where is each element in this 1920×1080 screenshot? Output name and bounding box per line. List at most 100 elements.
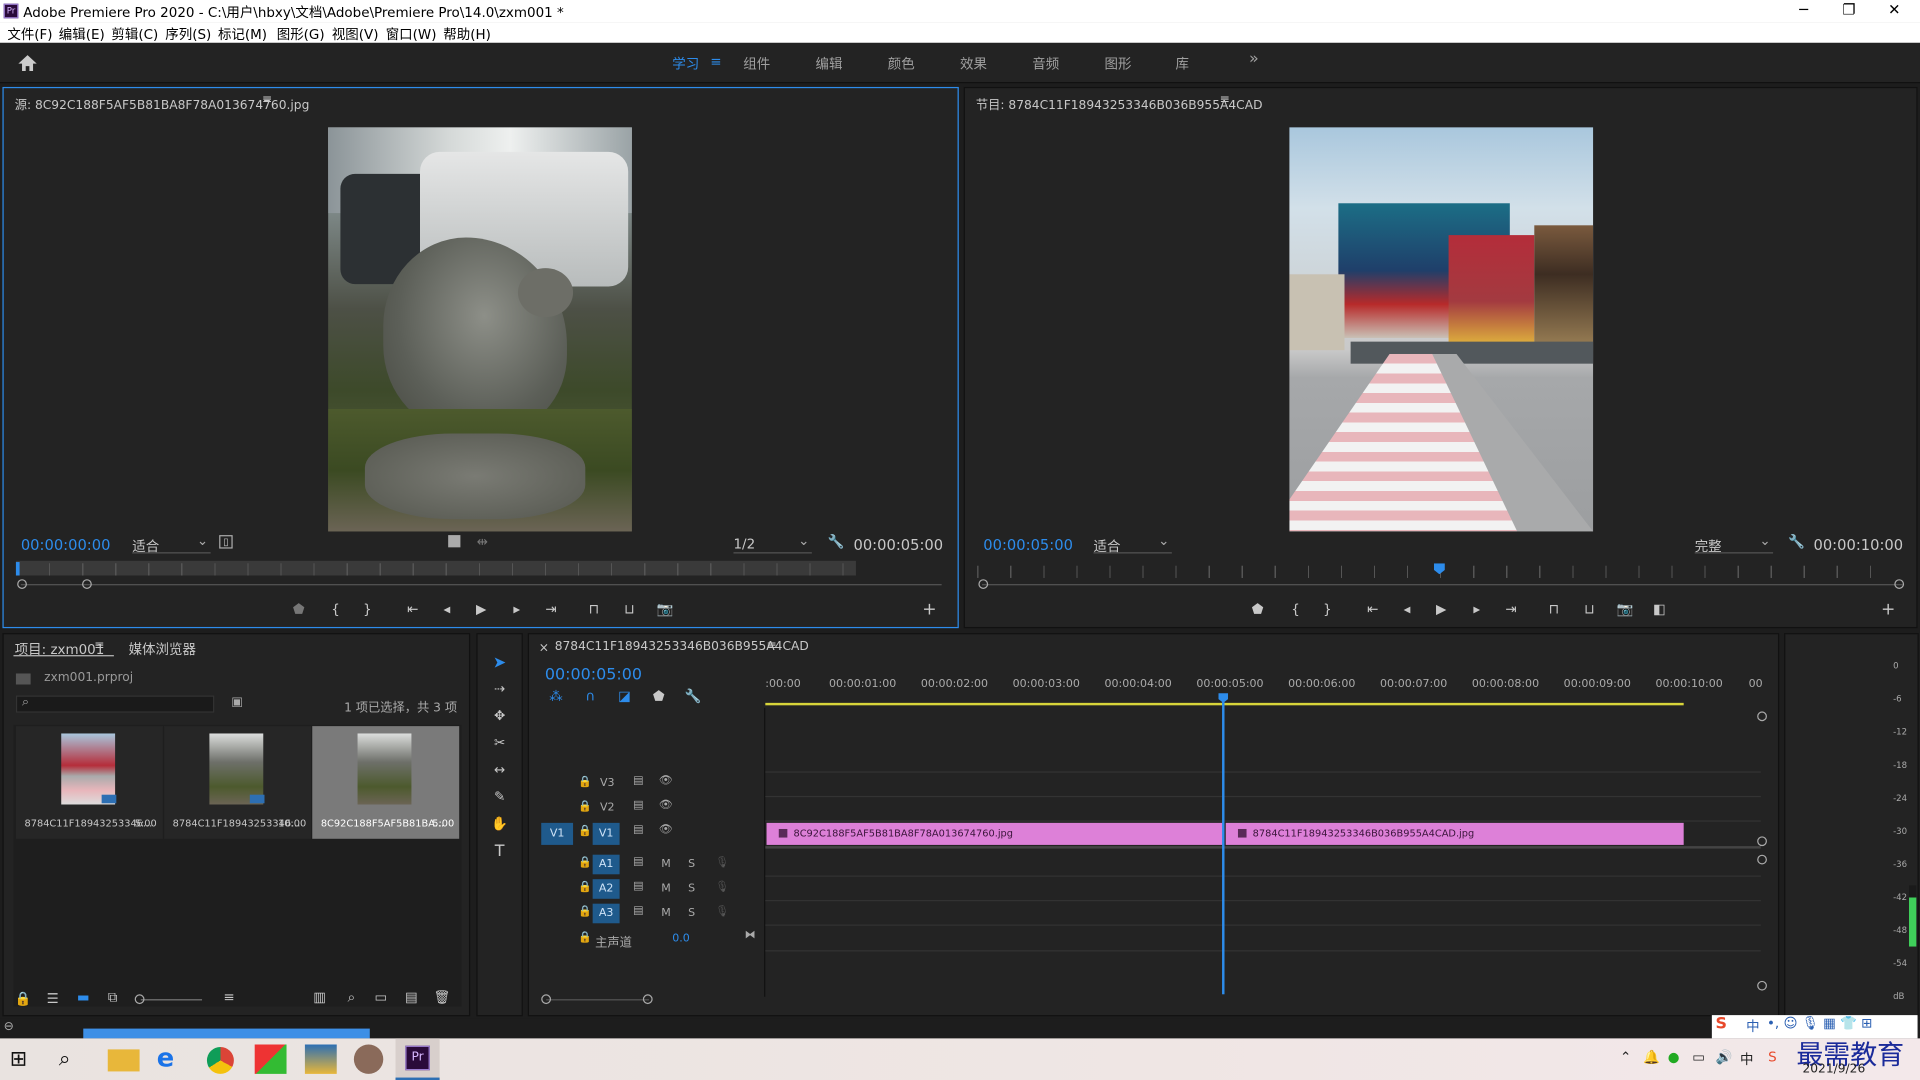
go-to-in-icon[interactable]: ⇤ [403,601,423,617]
project-search-input[interactable]: ⌕ [15,695,215,713]
media-browser-tab[interactable]: 媒体浏览器 [129,639,196,659]
add-marker-icon[interactable]: ⬟ [649,688,669,704]
menu-file[interactable]: 文件(F) [7,24,52,44]
lock-icon[interactable]: 🔒 [578,776,592,788]
add-marker-icon[interactable]: ⬟ [1248,601,1268,617]
menu-marker[interactable]: 标记(M) [218,24,267,44]
solo-button[interactable]: S [688,858,695,870]
thumbnail-size-slider[interactable] [140,999,203,1001]
source-timecode[interactable]: 00:00:00:00 [21,536,111,553]
timeline-clip[interactable]: 8784C11F18943253346B036B955A4CAD.jpg [1225,822,1684,845]
hand-tool-icon[interactable]: ✋ [490,816,510,832]
ime-tools-icon[interactable]: •, ☺ 🎙 ▦ 👕 ⊞ [1767,1015,1873,1031]
menu-window[interactable]: 窗口(W) [386,24,437,44]
slip-tool-icon[interactable]: ↔ [490,762,510,778]
mute-button[interactable]: M [661,883,671,895]
app-icon[interactable] [304,1044,337,1074]
mark-in-icon[interactable]: { [1286,601,1306,617]
new-bin-icon[interactable]: ▭ [371,989,391,1005]
panel-menu-icon[interactable]: ≡ [262,93,272,106]
sort-icon[interactable]: ≡ [219,989,239,1005]
delete-icon[interactable]: 🗑 [432,989,452,1005]
vscroll-handle[interactable] [1757,854,1767,865]
source-zoom-bar[interactable] [20,584,942,586]
eye-icon[interactable]: 👁 [659,824,673,836]
search-icon[interactable]: ⌕ [59,1047,91,1076]
nest-icon[interactable]: ⁂ [546,688,566,704]
drag-video-icon[interactable] [448,535,461,548]
sync-lock-icon[interactable]: ▤ [633,880,643,892]
ime-icon[interactable]: 中 [1740,1049,1753,1069]
file-explorer-icon[interactable] [107,1049,140,1072]
show-hidden-icons[interactable]: ⌃ [1620,1049,1631,1065]
step-forward-icon[interactable]: ▸ [1467,601,1487,617]
source-time-ruler[interactable] [15,560,856,576]
program-zoom-bar[interactable] [982,584,1903,586]
menu-sequence[interactable]: 序列(S) [165,24,211,44]
find-icon[interactable]: ⌕ [342,989,362,1006]
minimize-button[interactable]: ─ [1785,1,1822,18]
drag-audio-icon[interactable]: ⇹ [473,534,493,550]
lock-icon[interactable]: 🔒 [578,801,592,813]
linked-selection-icon[interactable]: ◪ [615,688,635,704]
panel-menu-icon[interactable]: ≡ [767,639,777,652]
eye-icon[interactable]: 👁 [659,800,673,812]
selection-tool-icon[interactable]: ➤ [490,654,510,672]
settings-wrench-icon[interactable]: 🔧 [827,534,847,550]
export-frame-icon[interactable]: 📷 [1615,601,1635,617]
freeform-view-icon[interactable]: ⧉ [103,989,123,1006]
workspace-audio[interactable]: 音频 [1032,54,1059,74]
snap-icon[interactable]: ∩ [580,688,600,704]
hscroll-handle-left[interactable] [541,994,552,1005]
voice-over-icon[interactable]: 🎙 [715,882,729,894]
lock-icon[interactable]: 🔒 [578,882,592,894]
timeline-hscroll[interactable] [546,999,649,1001]
solo-button[interactable]: S [688,907,695,919]
source-fit-dropdown[interactable]: 适合 [132,533,211,555]
network-icon[interactable]: ▭ [1692,1049,1705,1065]
zoom-handle-left[interactable] [978,579,989,589]
panel-menu-icon[interactable]: ≡ [94,639,104,652]
timeline-tracks[interactable]: 8C92C188F5AF5B81BA8F78A013674760.jpg 878… [764,707,1761,997]
overwrite-icon[interactable]: ⊔ [620,601,640,617]
sync-lock-icon[interactable]: ▤ [633,800,643,812]
timeline-timecode[interactable]: 00:00:05:00 [545,666,642,684]
tray-app-icon[interactable]: ● [1668,1049,1680,1065]
list-view-icon[interactable]: ☰ [43,991,63,1007]
panel-menu-icon[interactable]: ≡ [1220,93,1230,106]
new-item-icon[interactable]: ▤ [402,989,422,1005]
workspace-learning[interactable]: 学习 [672,54,699,74]
track-target-a1[interactable]: A1 [592,854,620,875]
project-item[interactable]: 8784C11F18943253346... 5:00 [15,726,163,839]
program-quality-dropdown[interactable]: 完整 [1694,533,1774,555]
timeline-ruler[interactable]: :00:00 00:00:01:00 00:00:02:00 00:00:03:… [765,671,1763,706]
workspace-graphics[interactable]: 图形 [1104,54,1131,74]
program-fit-dropdown[interactable]: 适合 [1093,533,1172,555]
new-search-bin-icon[interactable]: ▣ [231,696,243,709]
vscroll-handle[interactable] [1757,980,1767,991]
vscroll-handle[interactable] [1757,711,1767,722]
sync-lock-icon[interactable]: ▤ [633,905,643,917]
lock-icon[interactable]: 🔒 [578,906,592,918]
mixer-toggle-icon[interactable]: ⧓ [744,929,755,941]
mute-button[interactable]: M [661,858,671,870]
workspace-editing[interactable]: 编辑 [816,54,843,74]
chrome-icon[interactable] [206,1046,234,1074]
menu-view[interactable]: 视图(V) [332,24,379,44]
extract-icon[interactable]: ⊔ [1580,601,1600,617]
sync-lock-icon[interactable]: ▤ [633,775,643,787]
sync-lock-icon[interactable]: ▤ [633,824,643,836]
sogou-icon[interactable]: S [1716,1015,1727,1033]
notification-icon[interactable]: 🔔 [1643,1049,1660,1065]
workspace-color[interactable]: 颜色 [888,54,915,74]
lift-icon[interactable]: ⊓ [1544,601,1564,617]
track-target-v1[interactable]: V1 [592,822,620,845]
ripple-edit-tool-icon[interactable]: ✥ [490,708,510,724]
master-volume[interactable]: 0.0 [672,933,690,945]
play-icon[interactable]: ▶ [1431,601,1451,617]
home-icon[interactable] [17,54,38,72]
play-icon[interactable]: ▶ [471,601,491,617]
edge-icon[interactable]: e [157,1043,189,1072]
automate-to-sequence-icon[interactable]: ▥ [310,989,330,1005]
settings-wrench-icon[interactable]: 🔧 [1787,534,1807,550]
